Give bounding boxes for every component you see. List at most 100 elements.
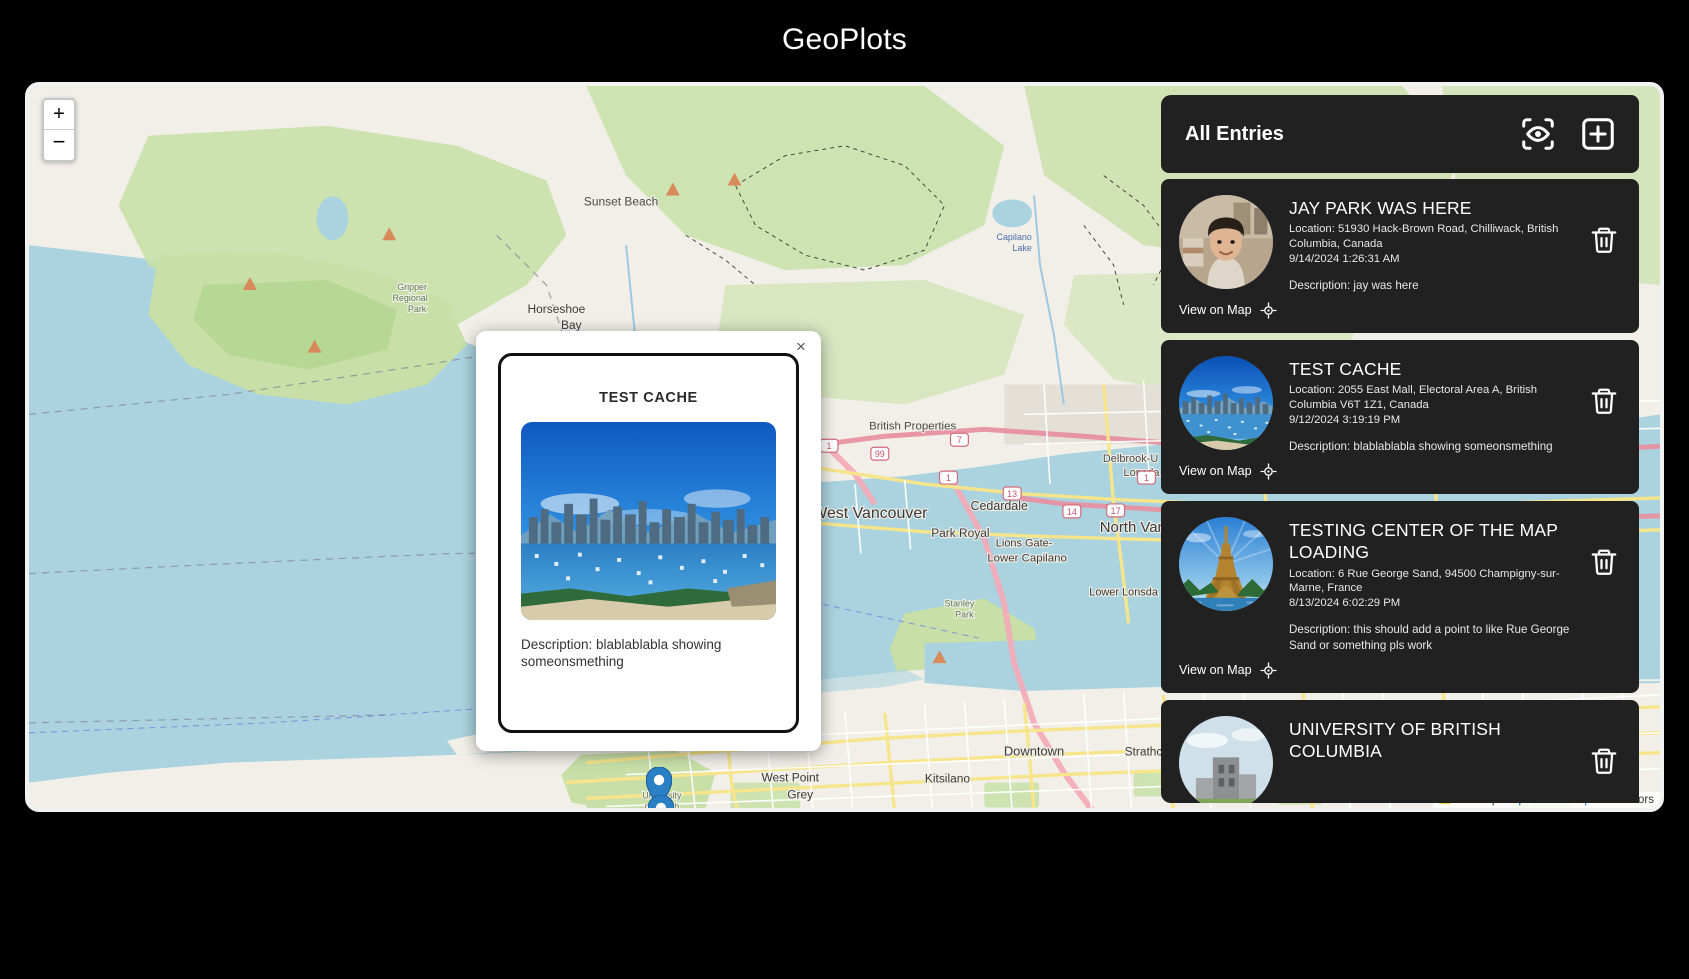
entry-timestamp: 9/14/2024 1:26:31 AM (1289, 253, 1400, 266)
map-label: West Vancouver (812, 505, 928, 522)
crosshair-icon (1259, 662, 1277, 679)
map-marker[interactable] (648, 795, 674, 808)
entry-top-row: TEST CACHE Location: 2055 East Mall, Ele… (1179, 355, 1621, 455)
map-label: Capilano (996, 232, 1031, 242)
entry-top-row: UNIVERSITY OF BRITISH COLUMBIA (1179, 715, 1621, 803)
map-label: Downtown (1004, 744, 1064, 759)
svg-text:1: 1 (827, 441, 832, 451)
map-label: Delbrook-U (1103, 453, 1158, 465)
road-shield: 13 (1002, 486, 1022, 501)
entry-card[interactable]: TESTING CENTER OF THE MAP LOADING Locati… (1161, 500, 1639, 693)
view-on-map-button[interactable]: View on Map (1179, 463, 1277, 480)
crosshair-icon (1259, 463, 1277, 480)
popup-image (521, 422, 776, 620)
entry-timestamp: 9/12/2024 3:19:19 PM (1289, 414, 1401, 427)
map-label: British Properties (869, 420, 956, 432)
trash-icon[interactable] (1589, 547, 1619, 577)
map-label: Cedardale (971, 499, 1028, 513)
entry-card[interactable]: JAY PARK WAS HERE Location: 51930 Hack-B… (1161, 179, 1639, 333)
trash-icon[interactable] (1589, 225, 1619, 255)
map-label: Gripper (397, 282, 427, 292)
entry-description: Description: this should add a point to … (1289, 623, 1570, 653)
map-label: Regional (392, 293, 427, 303)
trash-icon[interactable] (1589, 386, 1619, 416)
panel-actions (1519, 115, 1617, 153)
panel-title: All Entries (1185, 122, 1284, 145)
road-shield: 7 (949, 432, 969, 447)
entry-title: JAY PARK WAS HERE (1289, 198, 1472, 218)
entry-title: UNIVERSITY OF BRITISH COLUMBIA (1289, 718, 1501, 762)
avatar (1179, 715, 1273, 803)
svg-text:14: 14 (1067, 507, 1077, 517)
map-label: Grey (787, 787, 813, 801)
app-window: Sunset Beach Horseshoe Bay Gripper Regional P… (25, 82, 1664, 812)
popup-inner-card: TEST CACHE Description: blablablabla sho… (498, 353, 799, 733)
entry-card[interactable]: UNIVERSITY OF BRITISH COLUMBIA View on M… (1161, 699, 1639, 803)
map-popup: × TEST CACHE Description: blablablabla s… (476, 331, 821, 751)
road-shield: 1 (938, 470, 959, 485)
entry-card[interactable]: TEST CACHE Location: 2055 East Mall, Ele… (1161, 339, 1639, 494)
svg-text:17: 17 (1111, 506, 1121, 516)
svg-text:1: 1 (1144, 473, 1149, 483)
entry-location: Location: 6 Rue George Sand, 94500 Champ… (1289, 567, 1560, 595)
view-on-map-button[interactable]: View on Map (1179, 662, 1277, 679)
plus-square-icon[interactable] (1579, 115, 1617, 153)
trash-icon[interactable] (1589, 746, 1619, 776)
zoom-out-button[interactable]: − (44, 130, 74, 160)
map-label: Lake (1012, 243, 1031, 253)
entry-timestamp: 8/13/2024 6:02:29 PM (1289, 597, 1401, 610)
entry-body: UNIVERSITY OF BRITISH COLUMBIA (1289, 716, 1621, 803)
map-label: West Point (761, 771, 819, 785)
svg-text:7: 7 (957, 435, 962, 445)
entry-title: TESTING CENTER OF THE MAP LOADING (1289, 519, 1558, 563)
avatar (1179, 355, 1273, 450)
svg-text:1: 1 (946, 473, 951, 483)
entry-body: TEST CACHE Location: 2055 East Mall, Ele… (1289, 356, 1621, 455)
map-label: Horseshoe (528, 302, 586, 316)
map-label: Stanley (945, 598, 975, 608)
avatar (1179, 516, 1273, 611)
map-label: Bay (561, 318, 582, 332)
entry-top-row: JAY PARK WAS HERE Location: 51930 Hack-B… (1179, 195, 1621, 294)
close-icon[interactable]: × (791, 337, 811, 357)
map-label: Lions Gate- (996, 538, 1053, 550)
entry-top-row: TESTING CENTER OF THE MAP LOADING Locati… (1179, 516, 1621, 654)
entry-description: Description: blablablabla showing someon… (1289, 439, 1553, 453)
map-label: Park (955, 609, 974, 619)
road-shield: 17 (1106, 503, 1126, 518)
road-shield: 1 (1136, 470, 1157, 485)
entries-scroll-area[interactable]: All Entries JAY PARK WAS HERE Location: … (1161, 95, 1651, 803)
svg-text:13: 13 (1007, 489, 1017, 499)
view-on-map-label: View on Map (1179, 303, 1252, 318)
panel-header: All Entries (1161, 95, 1639, 173)
entry-description: Description: jay was here (1289, 279, 1419, 293)
zoom-in-button[interactable]: + (44, 100, 74, 130)
avatar (1179, 195, 1273, 289)
map-zoom-control[interactable]: + − (42, 98, 76, 162)
road-shield: 14 (1062, 504, 1082, 519)
road-shield: 1 (819, 438, 839, 453)
entries-panel: All Entries JAY PARK WAS HERE Location: … (1161, 95, 1651, 803)
map-label: Vancouver (1004, 807, 1088, 808)
view-on-map-label: View on Map (1179, 464, 1252, 479)
road-shield: 99 (870, 446, 890, 461)
map-label: Park (408, 304, 427, 314)
map-label: Sunset Beach (584, 194, 658, 208)
svg-text:99: 99 (875, 449, 885, 459)
entry-title: TEST CACHE (1289, 358, 1402, 379)
entry-body: TESTING CENTER OF THE MAP LOADING Locati… (1289, 517, 1621, 654)
popup-description: Description: blablablabla showing someon… (521, 637, 722, 670)
popup-title: TEST CACHE (599, 390, 698, 406)
entry-body: JAY PARK WAS HERE Location: 51930 Hack-B… (1289, 195, 1621, 294)
map-label: Lower Capilano (987, 553, 1066, 565)
page-title: GeoPlots (782, 23, 907, 56)
scan-eye-icon[interactable] (1519, 115, 1557, 153)
crosshair-icon (1259, 302, 1277, 319)
view-on-map-label: View on Map (1179, 663, 1252, 678)
entry-location: Location: 2055 East Mall, Electoral Area… (1289, 384, 1538, 412)
entry-location: Location: 51930 Hack-Brown Road, Chilliw… (1289, 223, 1559, 251)
map-label: Kitsilano (925, 772, 970, 786)
map-label: Lower Lonsda (1089, 586, 1159, 598)
view-on-map-button[interactable]: View on Map (1179, 302, 1277, 319)
map-label: Park Royal (931, 526, 989, 540)
